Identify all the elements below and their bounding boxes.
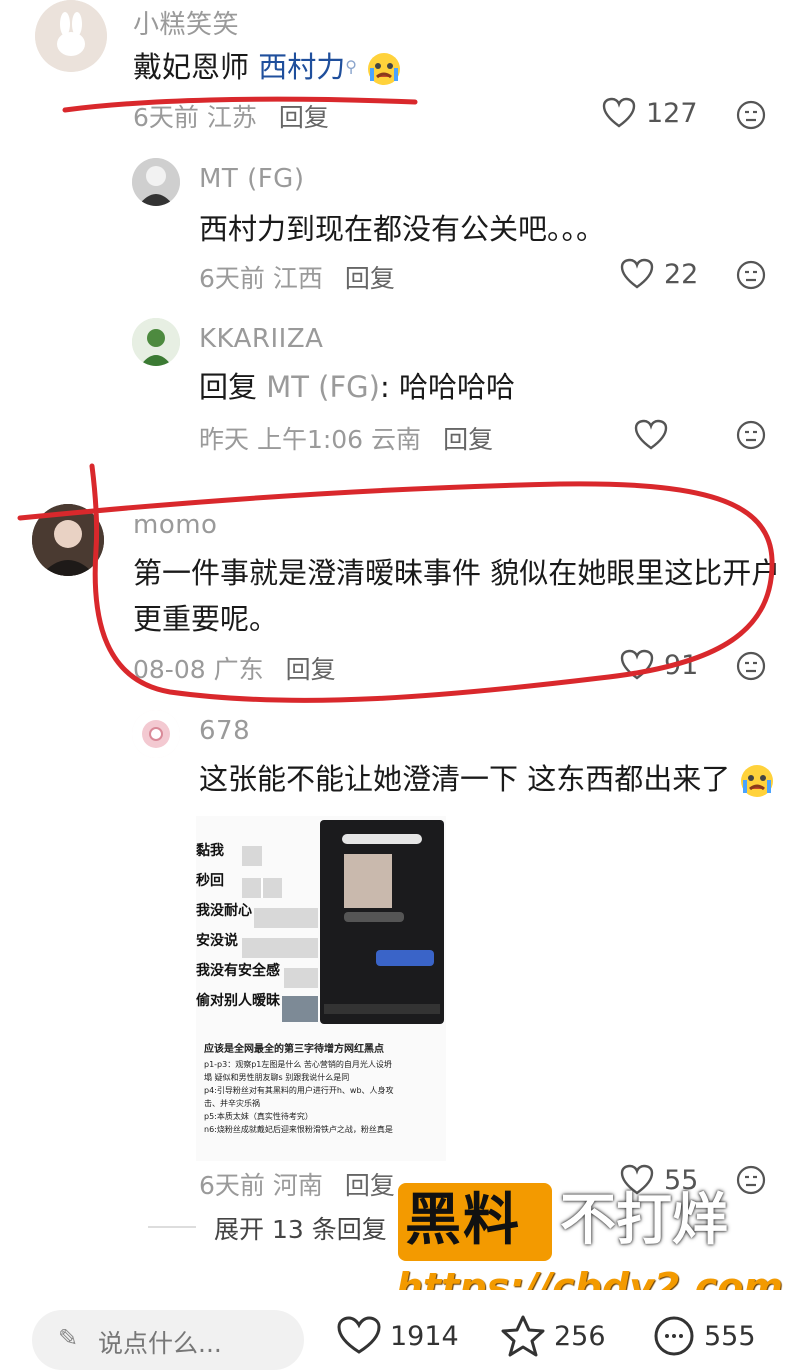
comment-text: 戴妃恩师 西村力⚲: [133, 44, 402, 90]
comment-text: 这张能不能让她澄清一下 这东西都出来了: [199, 756, 775, 802]
comment-bubble-icon: [654, 1316, 694, 1356]
crying-face-icon: [366, 51, 402, 87]
comment-text: 西村力到现在都没有公关吧。。。: [199, 212, 606, 246]
person-avatar-icon: [132, 318, 180, 366]
watermark-brand-rest: 不打烊: [560, 1188, 728, 1253]
annotation-circle: [17, 463, 775, 703]
sticker-grid: [242, 846, 318, 1026]
post-like-button[interactable]: 1914: [336, 1316, 459, 1356]
expand-replies-button[interactable]: 展开 13 条回复: [214, 1210, 387, 1246]
avatar[interactable]: [132, 158, 180, 206]
star-icon: [501, 1315, 545, 1357]
like-button[interactable]: 22: [620, 258, 698, 290]
avatar[interactable]: [132, 710, 180, 758]
reply-button[interactable]: 回复: [345, 264, 395, 293]
comment-input[interactable]: ✎ 说点什么...: [32, 1310, 304, 1370]
post-star-button[interactable]: 256: [500, 1314, 606, 1358]
comment-meta: 6天前 江西 回复: [199, 264, 395, 293]
phone-screenshot: [320, 820, 444, 1024]
crying-face-icon: [739, 763, 775, 799]
heart-icon: [620, 258, 654, 289]
person-avatar-icon: [132, 158, 180, 206]
like-count: 127: [646, 97, 698, 129]
comment-author[interactable]: 678: [199, 716, 250, 746]
avatar[interactable]: [132, 318, 180, 366]
reply-button[interactable]: 回复: [345, 1171, 395, 1200]
expand-divider: [148, 1226, 196, 1228]
comment-meta: 昨天 上午1:06 云南 回复: [199, 425, 494, 454]
reply-button[interactable]: 回复: [443, 425, 493, 454]
image-caption: 应该是全网最全的第三字待增方网红黑点 p1-p3：观察p1左图是什么 苦心营销的…: [204, 1044, 394, 1134]
like-button[interactable]: [634, 419, 668, 451]
comment-meta: 6天前 河南 回复: [199, 1171, 395, 1200]
comment-author[interactable]: 小糕笑笑: [133, 4, 239, 41]
search-icon[interactable]: ⚲: [345, 57, 357, 76]
bunny-avatar-icon: [35, 0, 107, 72]
comment-image[interactable]: 黏我 秒回 我没耐心 安没说 我没有安全感 偷对别人暧昧 应该是全网最全的第三字…: [196, 816, 446, 1161]
dislike-face-icon[interactable]: [736, 260, 766, 290]
comment-text: 回复 MT (FG): 哈哈哈哈: [199, 370, 515, 404]
donut-avatar-icon: [132, 710, 180, 758]
pencil-icon: ✎: [58, 1324, 79, 1352]
like-button[interactable]: 127: [602, 97, 698, 129]
avatar[interactable]: [35, 0, 107, 72]
comment-author[interactable]: KKARIIZA: [199, 324, 323, 354]
post-comment-button[interactable]: 555: [652, 1314, 756, 1358]
heart-icon: [337, 1316, 381, 1354]
heart-icon: [602, 97, 636, 128]
topic-link[interactable]: 西村力: [258, 50, 345, 84]
annotation-underline: [62, 96, 418, 113]
like-count: 22: [664, 258, 699, 290]
bottom-bar: ✎ 说点什么... 1914 256 555: [0, 1290, 800, 1370]
dislike-face-icon[interactable]: [736, 420, 766, 450]
comment-author[interactable]: MT (FG): [199, 164, 304, 194]
watermark-brand: 黑料: [405, 1188, 521, 1253]
heart-icon: [634, 419, 668, 450]
dislike-face-icon[interactable]: [736, 100, 766, 130]
mention-link[interactable]: MT (FG): [266, 370, 380, 404]
dislike-face-icon[interactable]: [736, 1165, 766, 1195]
